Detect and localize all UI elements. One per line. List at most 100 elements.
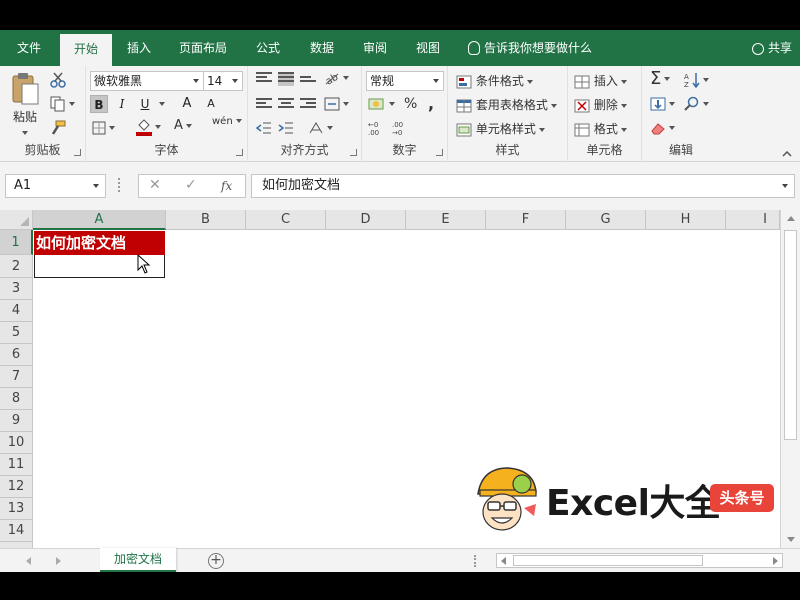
row-header-6[interactable]: 6 — [0, 344, 33, 366]
cancel-icon[interactable]: ✕ — [149, 177, 161, 193]
decrease-indent-button[interactable] — [256, 120, 272, 135]
decrease-decimal-button[interactable]: .00 →0 — [392, 120, 410, 136]
column-header-b[interactable]: B — [166, 210, 246, 230]
row-header-11[interactable]: 11 — [0, 454, 33, 476]
format-painter-button[interactable] — [50, 120, 66, 136]
underline-button[interactable]: U — [136, 95, 154, 113]
name-box[interactable]: A1 — [5, 174, 106, 198]
row-header-4[interactable]: 4 — [0, 300, 33, 322]
tab-page-layout[interactable]: 页面布局 — [172, 30, 234, 66]
column-header-i[interactable]: I — [726, 210, 780, 230]
column-header-e[interactable]: E — [406, 210, 486, 230]
sheet-tab-active[interactable]: 加密文档 — [100, 548, 176, 573]
sort-filter-button[interactable]: AZ — [684, 72, 709, 88]
text-direction-button[interactable] — [308, 120, 333, 135]
prev-sheet-icon[interactable] — [26, 557, 31, 565]
row-header-14[interactable]: 14 — [0, 520, 33, 542]
orientation-button[interactable]: ab — [324, 70, 349, 86]
grow-font-button[interactable]: A — [178, 95, 196, 113]
scroll-thumb[interactable] — [784, 230, 797, 440]
phonetic-guide-button[interactable]: wén — [212, 116, 242, 127]
find-select-button[interactable] — [684, 96, 709, 112]
shrink-font-button[interactable]: A — [202, 95, 220, 113]
format-as-table-button[interactable]: 套用表格格式 — [456, 96, 557, 113]
dialog-launcher-icon[interactable] — [236, 149, 243, 156]
chevron-down-icon[interactable] — [159, 102, 165, 106]
paste-button[interactable]: 粘贴 — [8, 72, 42, 136]
copy-button[interactable] — [50, 96, 75, 112]
fill-color-button[interactable] — [136, 118, 161, 136]
horizontal-scrollbar[interactable] — [496, 553, 783, 568]
increase-indent-button[interactable] — [278, 120, 294, 135]
row-header-9[interactable]: 9 — [0, 410, 33, 432]
row-header-10[interactable]: 10 — [0, 432, 33, 454]
format-cells-button[interactable]: 格式 — [574, 120, 627, 137]
align-center-icon[interactable] — [278, 98, 294, 112]
accounting-format-button[interactable] — [368, 96, 395, 111]
fill-button[interactable] — [650, 96, 675, 111]
column-header-c[interactable]: C — [246, 210, 326, 230]
next-sheet-icon[interactable] — [56, 557, 61, 565]
dialog-launcher-icon[interactable] — [436, 149, 443, 156]
scroll-up-icon[interactable] — [787, 216, 795, 221]
scroll-down-icon[interactable] — [787, 537, 795, 542]
tab-insert[interactable]: 插入 — [118, 30, 160, 66]
italic-button[interactable]: I — [113, 95, 131, 113]
column-header-g[interactable]: G — [566, 210, 646, 230]
borders-button[interactable] — [92, 120, 115, 135]
align-right-icon[interactable] — [300, 98, 316, 112]
delete-cells-button[interactable]: 删除 — [574, 96, 627, 113]
cell-a1[interactable]: 如何加密文档 — [34, 231, 165, 255]
cell-styles-button[interactable]: 单元格样式 — [456, 120, 545, 137]
row-header-12[interactable]: 12 — [0, 476, 33, 498]
row-header-7[interactable]: 7 — [0, 366, 33, 388]
row-header-5[interactable]: 5 — [0, 322, 33, 344]
merge-center-button[interactable] — [324, 96, 349, 111]
dialog-launcher-icon[interactable] — [350, 149, 357, 156]
conditional-formatting-button[interactable]: 条件格式 — [456, 72, 533, 89]
row-header-1[interactable]: 1 — [0, 230, 33, 255]
font-color-button[interactable]: A — [174, 118, 192, 133]
insert-function-button[interactable]: fx — [221, 179, 232, 193]
autosum-button[interactable]: Σ — [650, 68, 671, 89]
tab-home[interactable]: 开始 — [60, 34, 112, 66]
tab-review[interactable]: 审阅 — [353, 30, 397, 66]
align-middle-icon[interactable] — [278, 72, 294, 86]
align-left-icon[interactable] — [256, 98, 272, 112]
column-header-a[interactable]: A — [33, 210, 166, 230]
dialog-launcher-icon[interactable] — [74, 149, 81, 156]
scroll-left-icon[interactable] — [501, 557, 506, 565]
align-top-icon[interactable] — [256, 72, 272, 86]
check-icon[interactable]: ✓ — [185, 177, 197, 193]
clear-button[interactable] — [650, 120, 675, 135]
resize-handle[interactable] — [118, 178, 121, 192]
bold-button[interactable]: B — [90, 95, 108, 113]
select-all-button[interactable] — [0, 210, 33, 230]
row-header-2[interactable]: 2 — [0, 255, 33, 278]
row-header-13[interactable]: 13 — [0, 498, 33, 520]
formula-input[interactable]: 如何加密文档 — [251, 174, 795, 198]
add-sheet-button[interactable]: + — [208, 553, 224, 569]
tab-view[interactable]: 视图 — [406, 30, 450, 66]
percent-style-button[interactable]: % — [404, 96, 417, 112]
tab-data[interactable]: 数据 — [300, 30, 344, 66]
tell-me-search[interactable]: 告诉我你想要做什么 — [468, 30, 592, 66]
tab-formulas[interactable]: 公式 — [246, 30, 290, 66]
font-size-select[interactable]: 14 — [203, 71, 243, 91]
row-header-3[interactable]: 3 — [0, 278, 33, 300]
align-bottom-icon[interactable] — [300, 76, 316, 90]
number-format-select[interactable]: 常规 — [366, 71, 444, 91]
cut-button[interactable] — [50, 72, 66, 88]
row-header-8[interactable]: 8 — [0, 388, 33, 410]
tab-split-handle[interactable] — [474, 555, 477, 567]
scroll-right-icon[interactable] — [773, 557, 778, 565]
scroll-thumb[interactable] — [513, 555, 703, 566]
tab-file[interactable]: 文件 — [6, 30, 52, 66]
insert-cells-button[interactable]: 插入 — [574, 72, 627, 89]
column-header-d[interactable]: D — [326, 210, 406, 230]
font-name-select[interactable]: 微软雅黑 — [90, 71, 204, 91]
comma-style-button[interactable]: , — [428, 94, 434, 113]
increase-decimal-button[interactable]: ←0.00 — [368, 120, 386, 136]
vertical-scrollbar[interactable] — [780, 210, 800, 548]
collapse-ribbon-button[interactable] — [782, 146, 792, 160]
